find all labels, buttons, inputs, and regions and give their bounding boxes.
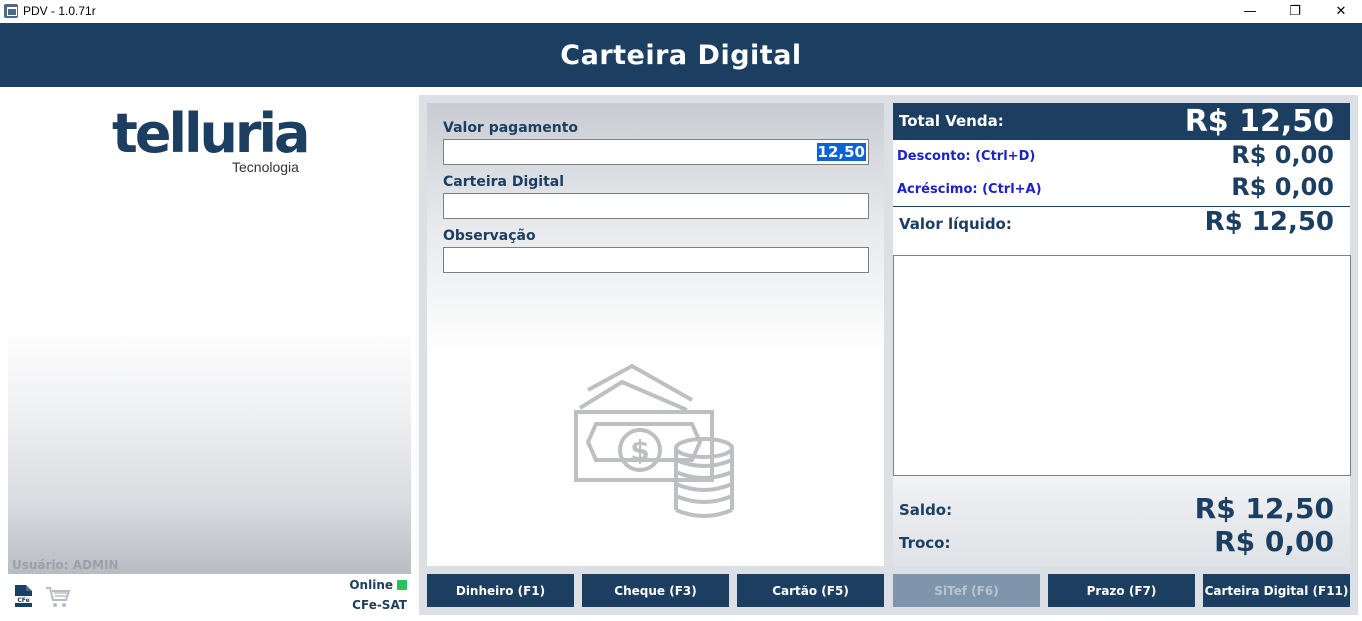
app-icon (4, 4, 18, 18)
company-logo: telluria Tecnologia (112, 102, 310, 176)
sat-status: CFe-SAT (352, 598, 407, 612)
shopping-cart-icon[interactable] (45, 585, 71, 609)
logo-wordmark: telluria (112, 102, 310, 165)
troco-label: Troco: (899, 534, 951, 552)
desconto-link[interactable]: Desconto: (Ctrl+D) (897, 149, 1035, 164)
close-button[interactable]: ✕ (1318, 0, 1362, 23)
user-label: Usuário: ADMIN (12, 558, 119, 572)
total-venda-label: Total Venda: (899, 112, 1004, 130)
page-header: Carteira Digital (0, 23, 1362, 87)
minimize-button[interactable]: — (1227, 0, 1273, 23)
online-status: Online (349, 578, 393, 592)
valor-pagamento-input[interactable]: 12,50 (443, 139, 869, 165)
cheque-button[interactable]: Cheque (F3) (582, 574, 729, 607)
sidebar-panel: telluria Tecnologia Usuário: ADMIN (8, 95, 411, 574)
desconto-value: R$ 0,00 (1231, 141, 1334, 169)
money-cash-icon: $ (574, 363, 734, 518)
payments-list-box[interactable] (893, 255, 1351, 476)
online-indicator (397, 580, 407, 590)
prazo-button[interactable]: Prazo (F7) (1048, 574, 1195, 607)
main-panel: Valor pagamento 12,50 Carteira Digital O… (419, 95, 1358, 615)
acrescimo-link[interactable]: Acréscimo: (Ctrl+A) (897, 182, 1042, 197)
troco-value: R$ 0,00 (1214, 525, 1334, 558)
total-venda-value: R$ 12,50 (1184, 104, 1334, 139)
cfe-icon-text: CFe (17, 597, 29, 604)
saldo-value: R$ 12,50 (1194, 492, 1334, 525)
dinheiro-button[interactable]: Dinheiro (F1) (427, 574, 574, 607)
svg-text:$: $ (630, 434, 649, 467)
page-title: Carteira Digital (560, 39, 802, 71)
maximize-button[interactable]: ❐ (1272, 0, 1318, 23)
window-titlebar: PDV - 1.0.71r — ❐ ✕ (0, 0, 1362, 23)
observacao-input[interactable] (443, 247, 869, 273)
sitef-button[interactable]: SiTef (F6) (893, 574, 1040, 607)
valor-pagamento-selected-text: 12,50 (816, 143, 866, 161)
saldo-label: Saldo: (899, 501, 953, 519)
status-bar: CFe Online CFe-SAT (8, 575, 411, 621)
carteira-digital-input[interactable] (443, 193, 869, 219)
observacao-label: Observação (443, 228, 536, 244)
valor-liquido-value: R$ 12,50 (1204, 207, 1334, 237)
valor-pagamento-label: Valor pagamento (443, 120, 579, 136)
payment-form: Valor pagamento 12,50 Carteira Digital O… (427, 103, 884, 566)
acrescimo-value: R$ 0,00 (1231, 173, 1334, 201)
cartao-button[interactable]: Cartão (F5) (737, 574, 884, 607)
carteira-digital-button[interactable]: Carteira Digital (F11) (1203, 574, 1350, 607)
window-title: PDV - 1.0.71r (23, 4, 96, 18)
carteira-digital-label: Carteira Digital (443, 174, 565, 190)
cfe-document-icon[interactable]: CFe (12, 584, 34, 608)
valor-liquido-label: Valor líquido: (899, 215, 1012, 233)
sale-summary: Total Venda: R$ 12,50 Desconto: (Ctrl+D)… (893, 103, 1351, 566)
total-venda-row: Total Venda: R$ 12,50 (893, 103, 1350, 140)
logo-subtitle: Tecnologia (232, 159, 299, 175)
